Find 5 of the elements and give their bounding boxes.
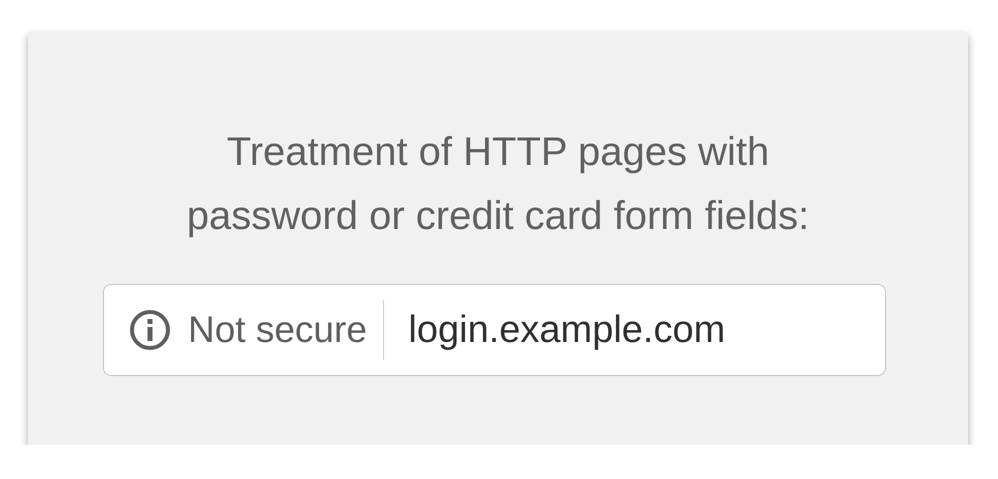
security-label[interactable]: Not secure [188, 302, 367, 358]
url-text: login.example.com [408, 308, 726, 352]
address-bar[interactable]: Not secure login.example.com [103, 284, 886, 376]
info-icon [128, 308, 172, 352]
heading: Treatment of HTTP pages with password or credit card form fields: [186, 129, 810, 240]
